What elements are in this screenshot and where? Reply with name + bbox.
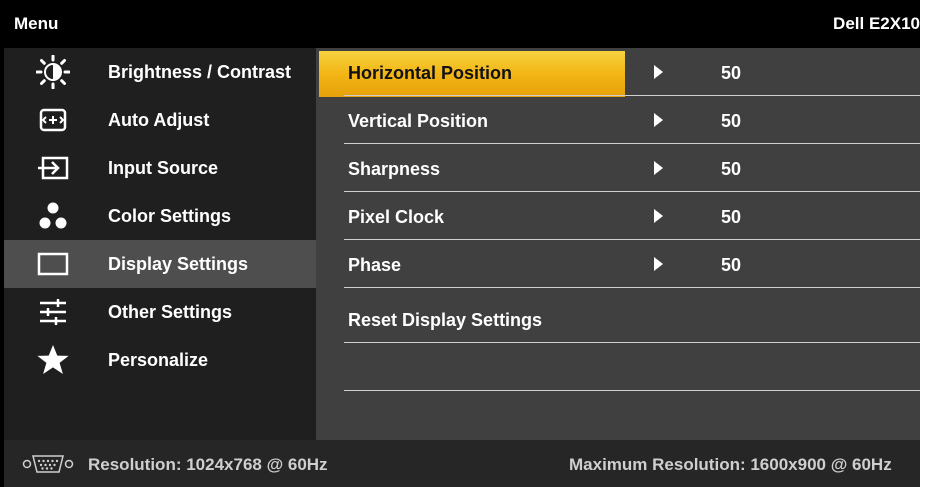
status-bar: Resolution: 1024x768 @ 60Hz Maximum Reso… [4,440,920,487]
menu-item-label: Brightness / Contrast [108,62,292,82]
arrow-right-icon [654,209,663,223]
submenu-row-sharpness[interactable]: Sharpness 50 [316,144,920,192]
submenu-row-pixel-clock[interactable]: Pixel Clock 50 [316,192,920,240]
model-name: Dell E2X10 [833,14,920,33]
menu-item-auto-adjust[interactable]: Auto Adjust [4,96,316,144]
submenu-row-value: 50 [721,111,742,131]
osd-window: Menu Dell E2X10 Brightness / Contrast Au… [0,0,920,487]
resolution-text: Resolution: 1024x768 @ 60Hz [88,455,328,474]
submenu-row-label: Sharpness [348,159,441,179]
arrow-right-icon [654,113,663,127]
input-source-icon [36,151,70,185]
brightness-icon [35,54,71,90]
osd-header: Menu Dell E2X10 [4,4,920,44]
color-settings-icon [36,199,70,233]
submenu-row-vertical-position[interactable]: Vertical Position 50 [316,96,920,144]
submenu-row-label: Reset Display Settings [348,310,543,330]
submenu-row-label: Pixel Clock [348,207,445,227]
submenu-row-value: 50 [721,159,742,179]
submenu-row-phase[interactable]: Phase 50 [316,240,920,288]
row-divider [344,390,920,391]
menu-item-label: Personalize [108,350,209,370]
arrow-right-icon [654,161,663,175]
menu-item-label: Display Settings [108,254,249,274]
menu-item-color-settings[interactable]: Color Settings [4,192,316,240]
menu-item-brightness-contrast[interactable]: Brightness / Contrast [4,48,316,96]
submenu-row-reset-display-settings[interactable]: Reset Display Settings [316,295,920,343]
submenu-row-label: Phase [348,255,402,275]
menu-item-other-settings[interactable]: Other Settings [4,288,316,336]
menu-item-label: Input Source [108,158,219,178]
arrow-right-icon [654,65,663,79]
submenu-row-value: 50 [721,207,742,227]
submenu-row-empty [316,343,920,391]
display-settings-icon [36,247,70,281]
submenu-row-value: 50 [721,255,742,275]
row-divider [344,287,920,288]
vga-connector-icon [22,453,74,475]
submenu-row-label: Horizontal Position [348,63,512,83]
menu-item-label: Other Settings [108,302,233,322]
other-settings-icon [36,295,70,329]
menu-item-label: Auto Adjust [108,110,210,130]
menu-title: Menu [14,14,59,33]
submenu-panel: Horizontal Position 50 Vertical Position… [316,48,920,440]
submenu-row-value: 50 [721,63,742,83]
menu-item-input-source[interactable]: Input Source [4,144,316,192]
menu-item-display-settings[interactable]: Display Settings [4,240,316,288]
auto-adjust-icon [36,103,70,137]
star-icon [36,343,70,377]
submenu-row-horizontal-position[interactable]: Horizontal Position 50 [316,48,920,97]
menu-item-personalize[interactable]: Personalize [4,336,316,384]
menu-item-label: Color Settings [108,206,232,226]
arrow-right-icon [654,257,663,271]
max-resolution-text: Maximum Resolution: 1600x900 @ 60Hz [569,455,892,474]
submenu-row-label: Vertical Position [348,111,489,131]
main-menu: Brightness / Contrast Auto Adjust Input … [4,48,316,440]
